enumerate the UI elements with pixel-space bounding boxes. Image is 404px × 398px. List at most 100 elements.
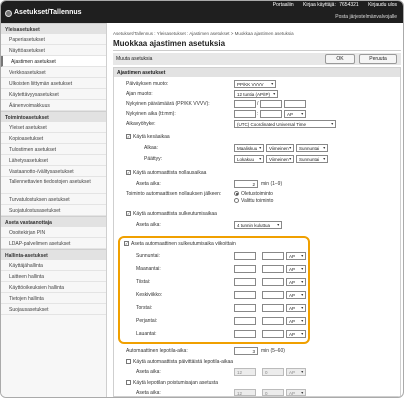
- dst-end-day-select[interactable]: Sunnuntai: [296, 155, 328, 163]
- sidebar-item-device-mgmt[interactable]: Laitteen hallinta: [1, 271, 106, 282]
- sidebar-item-license-mgmt[interactable]: Käyttöoikeuksien hallinta: [1, 282, 106, 293]
- thu-minute-input[interactable]: [262, 304, 284, 312]
- sidebar-item-protected-print[interactable]: Suojatulostusasetukset: [1, 205, 106, 216]
- sidebar-item-paper[interactable]: Paperiasetukset: [1, 34, 106, 45]
- cancel-button[interactable]: Peruuta: [359, 54, 397, 64]
- sun-hour-input[interactable]: [234, 252, 256, 260]
- weekly-checkbox[interactable]: ✓: [124, 241, 129, 246]
- dst-end-month-select[interactable]: Lokakuu: [234, 155, 264, 163]
- sidebar-item-send[interactable]: Lähetysasetukset: [1, 155, 106, 166]
- dst-checkbox[interactable]: ✓: [126, 134, 131, 139]
- tue-minute-input[interactable]: [262, 278, 284, 286]
- breadcrumb[interactable]: Asetukset/Tallennus : Yleisasetukset : A…: [113, 31, 294, 36]
- date-year-input[interactable]: [284, 100, 306, 108]
- sat-ampm-select[interactable]: AP: [286, 330, 306, 338]
- date-day-input[interactable]: [234, 100, 256, 108]
- sun-minute-input[interactable]: [262, 252, 284, 260]
- app-window: Asetukset/Tallennus Portaaliin Kirjaa kä…: [0, 0, 404, 398]
- action-bar-text: Muuta asetuksia: [116, 56, 153, 62]
- sidebar-item-secure-print[interactable]: Turvatulostuksen asetukset: [1, 194, 106, 205]
- sidebar-item-address-pin[interactable]: Osoitekirjan PIN: [1, 227, 106, 238]
- dst-start-month-select[interactable]: Maaliskuu: [234, 144, 264, 152]
- wed-ampm-select[interactable]: AP: [286, 291, 306, 299]
- sat-hour-input[interactable]: [234, 330, 256, 338]
- sidebar-item-data-mgmt[interactable]: Tietojen hallinta: [1, 293, 106, 304]
- autosleep-time-select[interactable]: 4 tunnin kuluttua: [234, 221, 282, 229]
- autoreset-checkbox[interactable]: ✓: [126, 170, 131, 175]
- auto-sleep-time-unit: min (5–60): [261, 348, 285, 354]
- ok-button[interactable]: OK: [325, 54, 355, 64]
- wed-minute-input[interactable]: [262, 291, 284, 299]
- sidebar-item-receive[interactable]: Vastaanotto-/välitysasetukset: [1, 166, 106, 177]
- sidebar-group-function: Toimintoasetukset: [1, 111, 106, 122]
- fri-minute-input[interactable]: [262, 317, 284, 325]
- user-id: 7654321: [339, 2, 359, 8]
- sidebar-item-display[interactable]: Näyttöasetukset: [1, 45, 106, 56]
- sidebar-item-printer[interactable]: Tulostimen asetukset: [1, 144, 106, 155]
- sidebar-item-copy[interactable]: Kopioasetukset: [1, 133, 106, 144]
- date-format-select[interactable]: PP/KK VVVV: [234, 80, 276, 88]
- sun-ampm-select[interactable]: AP: [286, 252, 306, 260]
- tue-hour-input[interactable]: [234, 278, 256, 286]
- sidebar-item-external[interactable]: Ulkoisten liittymän asetukset: [1, 78, 106, 89]
- tue-ampm-select[interactable]: AP: [286, 278, 306, 286]
- dst-start-week-select[interactable]: Viimeinen: [266, 144, 294, 152]
- time-minute-input[interactable]: [260, 110, 282, 118]
- sidebar-item-volume[interactable]: Äänenvoimakkuus: [1, 100, 106, 111]
- time-ampm-select[interactable]: AP: [284, 110, 306, 118]
- sidebar-item-ldap[interactable]: LDAP-palvelimen asetukset: [1, 238, 106, 249]
- day-label-thu: Torstai:: [136, 305, 153, 311]
- after-reset-default-radio[interactable]: [234, 191, 239, 196]
- fri-ampm-select[interactable]: AP: [286, 317, 306, 325]
- dst-end-week-select[interactable]: Viimeinen: [266, 155, 294, 163]
- autoreset-label: Käytä automaattista nollausaikaa: [133, 170, 207, 176]
- daily-sleep-checkbox[interactable]: [126, 359, 131, 364]
- time-format-select[interactable]: 12 tuntia (AP/IP): [234, 90, 278, 98]
- sidebar-item-network[interactable]: Verkkoasetukset: [1, 67, 106, 78]
- mon-hour-input[interactable]: [234, 265, 256, 273]
- sleep-exit-checkbox[interactable]: [126, 380, 131, 385]
- after-reset-selected-label: Valittu toiminto: [241, 198, 274, 204]
- sidebar-item-stored-files[interactable]: Tallennettavien tiedostojen asetukset: [1, 177, 106, 194]
- title-divider: [113, 50, 401, 51]
- date-month-input[interactable]: [260, 100, 282, 108]
- sleep-exit-minute-input[interactable]: 0: [262, 389, 284, 396]
- portal-link[interactable]: Portaaliin: [273, 2, 294, 8]
- sidebar-group-management: Hallinta-asetukset: [1, 249, 106, 260]
- mon-ampm-select[interactable]: AP: [286, 265, 306, 273]
- dst-label: Käytä kesäaikaa: [133, 134, 170, 140]
- autosleep-checkbox[interactable]: ✓: [126, 211, 131, 216]
- app-title: Asetukset/Tallennus: [14, 9, 82, 16]
- sidebar-item-timer[interactable]: Ajastimen asetukset: [1, 56, 106, 67]
- autoreset-unit: min (1–9): [261, 181, 283, 187]
- time-hour-input[interactable]: [234, 110, 256, 118]
- sidebar-item-accessibility[interactable]: Käytettävyysasetukset: [1, 89, 106, 100]
- sidebar-item-user-mgmt[interactable]: Käyttäjähallinta: [1, 260, 106, 271]
- day-label-mon: Maanantai:: [136, 266, 161, 272]
- sidebar-item-security[interactable]: Suojausasetukset: [1, 304, 106, 315]
- daily-sleep-hour-input[interactable]: 12: [234, 368, 256, 376]
- mail-admin-link[interactable]: Posta järjestelmänvalvojalle: [335, 14, 397, 20]
- thu-ampm-select[interactable]: AP: [286, 304, 306, 312]
- timezone-select[interactable]: (UTC) Coordinated Universal Time: [234, 120, 336, 128]
- daily-sleep-time-label: Aseta aika:: [136, 369, 161, 375]
- dst-start-day-select[interactable]: Sunnuntai: [296, 144, 328, 152]
- fri-hour-input[interactable]: [234, 317, 256, 325]
- after-reset-selected-radio[interactable]: [234, 198, 239, 203]
- daily-sleep-minute-input[interactable]: 0: [262, 368, 284, 376]
- daily-sleep-ampm-select[interactable]: AP: [286, 368, 306, 376]
- mon-minute-input[interactable]: [262, 265, 284, 273]
- thu-hour-input[interactable]: [234, 304, 256, 312]
- autoreset-time-input[interactable]: 2: [234, 180, 258, 188]
- section-header: Ajastimen asetukset: [114, 68, 400, 77]
- sleep-exit-hour-input[interactable]: 12: [234, 389, 256, 396]
- sidebar-item-common[interactable]: Yleiset asetukset: [1, 122, 106, 133]
- main-panel: Asetukset/Tallennus : Yleisasetukset : A…: [107, 23, 403, 397]
- sleep-exit-ampm-select[interactable]: AP: [286, 389, 306, 396]
- wed-hour-input[interactable]: [234, 291, 256, 299]
- sleep-exit-label: Käytä lepotilan poistumisajan asetusta: [133, 380, 219, 386]
- sat-minute-input[interactable]: [262, 330, 284, 338]
- auto-sleep-time-input[interactable]: 3: [234, 347, 258, 355]
- settings-logo-icon: [5, 10, 12, 17]
- logout-link[interactable]: Kirjaudu ulos: [368, 2, 397, 8]
